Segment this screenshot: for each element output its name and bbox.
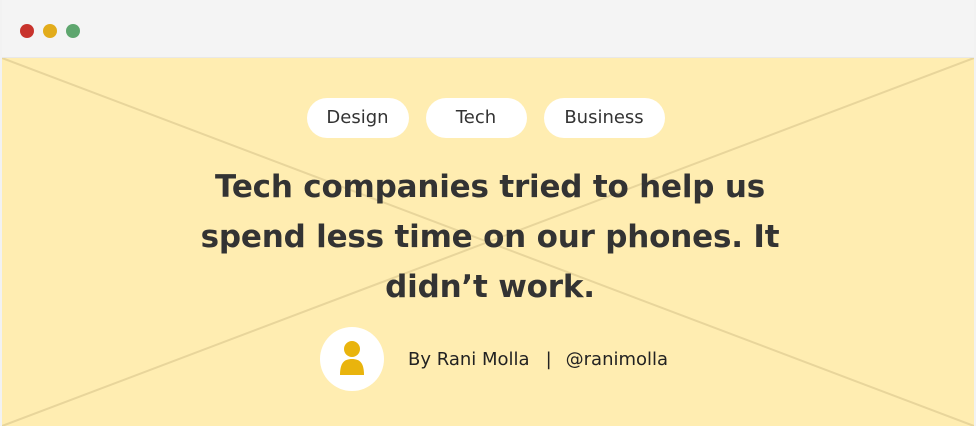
topic-tags: Design Tech Business — [2, 98, 974, 138]
article-title: Tech companies tried to help us spend le… — [200, 169, 780, 305]
tag-tech[interactable]: Tech — [425, 98, 527, 138]
window-maximize-button[interactable] — [66, 24, 80, 38]
browser-window: Design Tech Business Tech companies trie… — [0, 0, 976, 426]
author-byline: By Rani Molla | @ranimolla — [320, 327, 668, 391]
window-titlebar — [2, 0, 974, 58]
author-name: By Rani Molla — [408, 348, 530, 370]
tag-business[interactable]: Business — [543, 98, 665, 138]
window-minimize-button[interactable] — [43, 24, 57, 38]
user-icon — [340, 341, 364, 375]
window-close-button[interactable] — [20, 24, 34, 38]
author-avatar[interactable] — [320, 327, 384, 391]
author-handle[interactable]: @ranimolla — [566, 349, 668, 370]
byline-separator: | — [545, 348, 552, 370]
tag-design[interactable]: Design — [306, 98, 409, 138]
article-hero: Design Tech Business Tech companies trie… — [2, 58, 974, 426]
